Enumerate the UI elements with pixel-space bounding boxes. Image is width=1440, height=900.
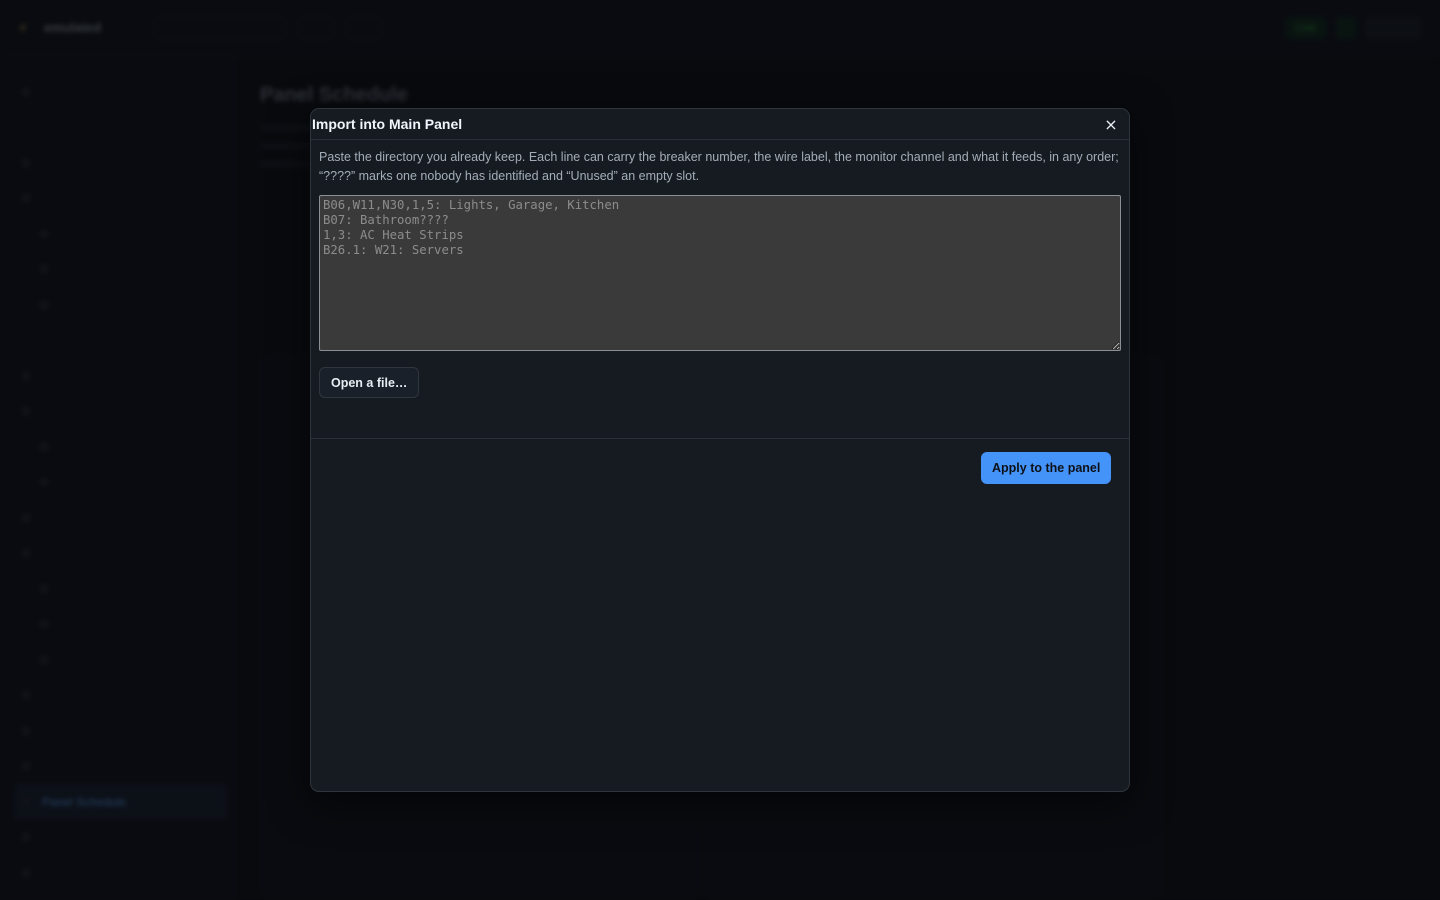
close-icon[interactable]: × (1101, 114, 1121, 134)
import-dialog: Import into Main Panel × Paste the direc… (310, 108, 1130, 792)
directory-textarea[interactable] (319, 195, 1121, 351)
dialog-title: Import into Main Panel (312, 116, 463, 132)
dialog-divider (311, 438, 1129, 439)
dialog-body: Paste the directory you already keep. Ea… (311, 140, 1129, 398)
dialog-description: Paste the directory you already keep. Ea… (319, 150, 1119, 183)
apply-to-panel-button[interactable]: Apply to the panel (981, 452, 1112, 484)
dialog-header: Import into Main Panel × (311, 109, 1129, 140)
open-file-button[interactable]: Open a file… (319, 367, 420, 398)
